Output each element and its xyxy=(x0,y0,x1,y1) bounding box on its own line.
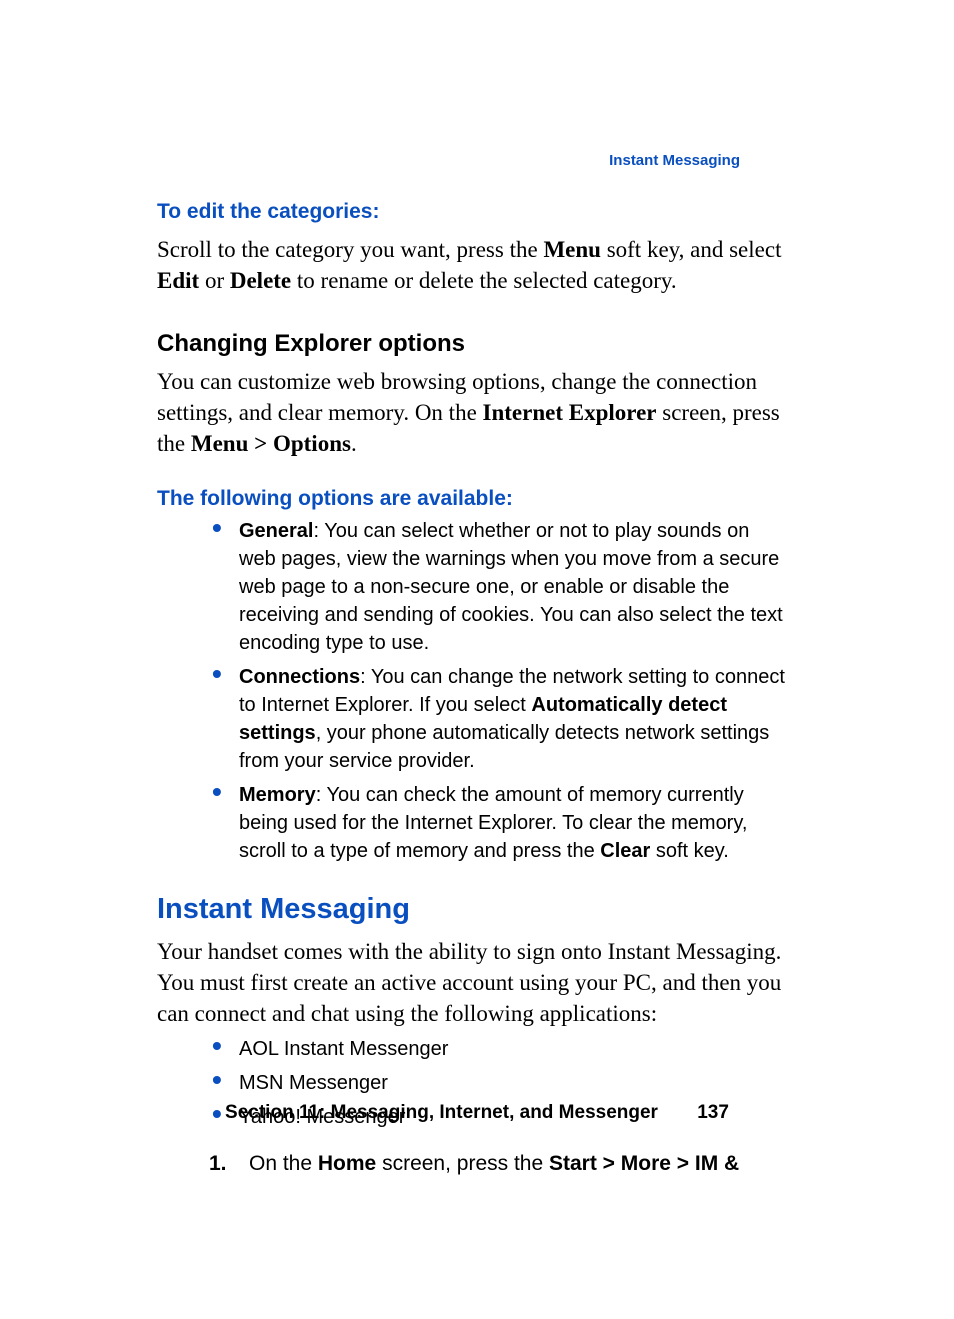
text: or xyxy=(199,268,230,293)
bold-menu-options: Menu > Options xyxy=(191,431,351,456)
text: On the xyxy=(249,1152,318,1175)
text: , your phone automatically detects netwo… xyxy=(239,722,769,772)
bold-edit: Edit xyxy=(157,268,199,293)
page-footer: Section 11: Messaging, Internet, and Mes… xyxy=(0,1102,954,1124)
app-aol: AOL Instant Messenger xyxy=(212,1035,789,1063)
app-msn: MSN Messenger xyxy=(212,1069,789,1097)
text: screen, press the xyxy=(376,1152,549,1175)
text: soft key. xyxy=(650,840,729,862)
subheading-edit-categories: To edit the categories: xyxy=(157,200,789,224)
paragraph-edit-categories: Scroll to the category you want, press t… xyxy=(157,234,789,296)
bold-clear: Clear xyxy=(600,840,650,862)
heading-changing-explorer-options: Changing Explorer options xyxy=(157,330,789,358)
text: . xyxy=(351,431,357,456)
option-memory: Memory: You can check the amount of memo… xyxy=(212,781,789,865)
option-connections-label: Connections xyxy=(239,666,360,688)
option-memory-label: Memory xyxy=(239,784,316,806)
option-general-text: : You can select whether or not to play … xyxy=(239,520,783,654)
bold-internet-explorer: Internet Explorer xyxy=(483,400,657,425)
step-1-number: 1. xyxy=(209,1149,227,1178)
text: soft key, and select xyxy=(601,237,782,262)
text: to rename or delete the selected categor… xyxy=(291,268,676,293)
app-msn-label: MSN Messenger xyxy=(239,1072,388,1094)
footer-section-label: Section 11: Messaging, Internet, and Mes… xyxy=(225,1102,658,1123)
page: Instant Messaging To edit the categories… xyxy=(0,0,954,1319)
option-connections: Connections: You can change the network … xyxy=(212,663,789,775)
bold-home: Home xyxy=(318,1152,376,1175)
running-header: Instant Messaging xyxy=(609,152,740,169)
text: Scroll to the category you want, press t… xyxy=(157,237,543,262)
bold-start-more-im: Start > More > IM & xyxy=(549,1152,739,1175)
steps-list: 1. On the Home screen, press the Start >… xyxy=(157,1149,789,1178)
options-list: General: You can select whether or not t… xyxy=(157,517,789,865)
heading-instant-messaging: Instant Messaging xyxy=(157,893,789,926)
page-number: 137 xyxy=(697,1102,729,1124)
option-general-label: General xyxy=(239,520,313,542)
subheading-options-available: The following options are available: xyxy=(157,487,789,511)
paragraph-instant-messaging: Your handset comes with the ability to s… xyxy=(157,936,789,1029)
option-general: General: You can select whether or not t… xyxy=(212,517,789,657)
bold-delete: Delete xyxy=(230,268,291,293)
paragraph-changing-explorer-options: You can customize web browsing options, … xyxy=(157,366,789,459)
app-aol-label: AOL Instant Messenger xyxy=(239,1038,448,1060)
bold-menu: Menu xyxy=(543,237,601,262)
step-1: 1. On the Home screen, press the Start >… xyxy=(209,1149,789,1178)
